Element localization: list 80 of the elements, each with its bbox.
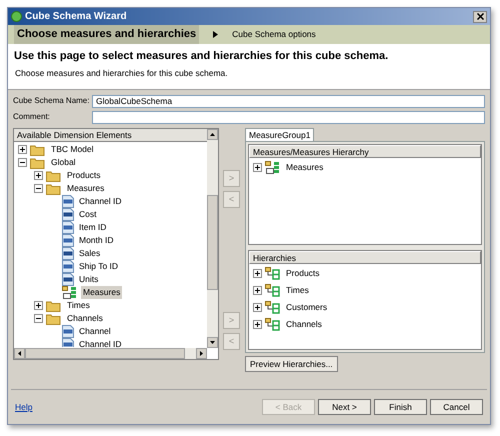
help-link[interactable]: Help bbox=[15, 400, 262, 414]
wizard-button[interactable]: Next > bbox=[318, 399, 371, 415]
collapse-icon[interactable] bbox=[18, 158, 27, 167]
tree-item[interactable]: Times bbox=[284, 284, 311, 296]
tree-item[interactable]: Products bbox=[284, 266, 322, 280]
wizard-button[interactable]: Cancel bbox=[430, 399, 483, 415]
text-field-icon bbox=[62, 221, 74, 234]
number-field-icon bbox=[62, 273, 74, 286]
folder-icon bbox=[30, 156, 46, 168]
tree-item[interactable]: Times bbox=[65, 299, 92, 312]
tree-item[interactable]: Item ID bbox=[77, 221, 108, 234]
scroll-down-icon[interactable] bbox=[207, 337, 218, 348]
number-field-icon bbox=[62, 247, 74, 260]
text-field-icon bbox=[62, 260, 74, 273]
tree-item[interactable]: Global bbox=[49, 156, 78, 169]
page-description: Choose measures and hierarchies for this cube schema. bbox=[14, 66, 229, 80]
vertical-scrollbar[interactable] bbox=[207, 129, 218, 348]
tree-item[interactable]: Measures bbox=[65, 182, 106, 195]
text-field-icon bbox=[62, 234, 74, 247]
tree-item[interactable]: Month ID bbox=[77, 234, 116, 247]
column-header: Hierarchies bbox=[249, 250, 481, 264]
tree-item[interactable]: Cost bbox=[77, 208, 98, 221]
tree-item[interactable]: Channel ID bbox=[77, 195, 124, 208]
tree-item[interactable]: Customers bbox=[284, 300, 330, 314]
hierarchy-icon bbox=[265, 318, 281, 330]
close-icon bbox=[476, 13, 484, 20]
preview-hierarchies-button[interactable]: Preview Hierarchies... bbox=[245, 356, 338, 372]
field-label: Comment: bbox=[13, 111, 51, 123]
scroll-thumb[interactable] bbox=[207, 195, 218, 290]
field-label: Cube Schema Name: bbox=[13, 95, 90, 107]
scroll-right-icon[interactable] bbox=[196, 348, 207, 359]
step-tab[interactable]: Cube Schema options bbox=[232, 28, 316, 41]
number-field-icon bbox=[62, 208, 74, 221]
text-field[interactable]: GlobalCubeSchema bbox=[92, 94, 485, 108]
folder-icon bbox=[46, 170, 62, 182]
tree-item[interactable]: Channels bbox=[65, 312, 105, 325]
tree-item[interactable]: Channel ID bbox=[77, 338, 124, 347]
tree-item[interactable]: Measures bbox=[81, 286, 122, 299]
folder-icon bbox=[46, 182, 62, 194]
expand-icon[interactable] bbox=[253, 286, 262, 294]
column-header: Measures/Measures Hierarchy bbox=[249, 145, 481, 158]
expand-icon[interactable] bbox=[253, 268, 262, 278]
text-field-icon bbox=[62, 195, 74, 208]
tree-item[interactable]: Sales bbox=[77, 247, 102, 260]
page-title: Use this page to select measures and hierarchies for this cube schema. bbox=[14, 49, 390, 64]
tree-item[interactable]: Measures bbox=[284, 161, 326, 174]
tab[interactable]: MeasureGroup1 bbox=[245, 128, 314, 141]
expand-icon[interactable] bbox=[34, 171, 43, 180]
scroll-thumb[interactable] bbox=[25, 348, 185, 359]
tree-item[interactable]: Ship To ID bbox=[77, 260, 120, 273]
tree-item[interactable]: TBC Model bbox=[49, 143, 96, 156]
scroll-left-icon[interactable] bbox=[14, 348, 25, 359]
expand-icon[interactable] bbox=[253, 163, 262, 172]
step-tab[interactable]: Choose measures and hierarchies bbox=[14, 25, 200, 44]
wizard-button[interactable]: Finish bbox=[374, 399, 427, 415]
hierarchy-icon bbox=[265, 266, 281, 280]
collapse-icon[interactable] bbox=[34, 314, 43, 323]
expand-icon[interactable] bbox=[253, 302, 262, 312]
text-field[interactable] bbox=[92, 110, 485, 124]
folder-icon bbox=[46, 300, 62, 312]
tree-item[interactable]: Units bbox=[77, 273, 100, 286]
cube-icon bbox=[11, 11, 22, 22]
tree-item[interactable]: Channel bbox=[77, 325, 113, 338]
tree-item[interactable]: Channels bbox=[284, 318, 324, 330]
hierarchy-icon bbox=[265, 284, 281, 296]
expand-icon[interactable] bbox=[253, 320, 262, 328]
column-header: Available Dimension Elements bbox=[14, 129, 207, 142]
collapse-icon[interactable] bbox=[34, 184, 43, 193]
expand-icon[interactable] bbox=[18, 145, 27, 154]
measure-icon bbox=[62, 286, 78, 299]
folder-icon bbox=[46, 312, 62, 324]
hierarchy-icon bbox=[265, 300, 281, 314]
window-title: Cube Schema Wizard bbox=[25, 10, 128, 24]
horizontal-scrollbar[interactable] bbox=[14, 348, 207, 359]
tree-item[interactable]: Products bbox=[65, 169, 103, 182]
scroll-up-icon[interactable] bbox=[207, 129, 218, 140]
close-button[interactable] bbox=[473, 10, 487, 22]
measure-icon bbox=[265, 161, 281, 174]
expand-icon[interactable] bbox=[34, 301, 43, 310]
step-arrow-icon bbox=[213, 31, 218, 38]
